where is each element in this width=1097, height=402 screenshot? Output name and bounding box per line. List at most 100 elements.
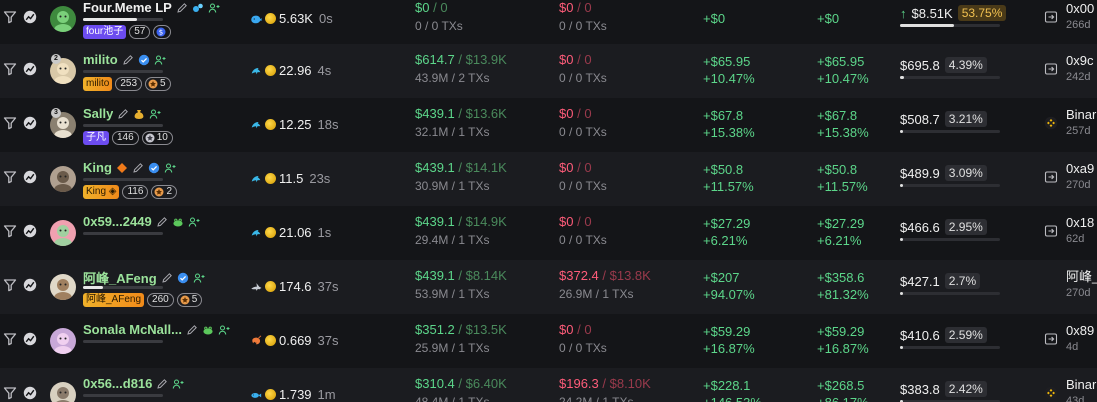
avatar[interactable] xyxy=(50,274,76,300)
table-row[interactable]: King King ◈ 116 2 11.5 23s $439.1 / $14.1K 30.9… xyxy=(0,152,1097,206)
funding-source[interactable]: 0x18 62d xyxy=(1066,214,1094,248)
chart-icon[interactable] xyxy=(23,170,37,184)
badge-count-value: 10 xyxy=(156,132,168,143)
holder-name[interactable]: 阿峰_AFeng xyxy=(83,268,205,287)
dolphin-icon xyxy=(250,173,262,185)
transfer-icon[interactable] xyxy=(1044,170,1058,184)
users-icon[interactable] xyxy=(154,54,166,66)
filter-icon[interactable] xyxy=(3,386,17,400)
chart-icon[interactable] xyxy=(23,10,37,24)
transfer-icon[interactable] xyxy=(1044,332,1058,346)
funding-source[interactable]: Binar 43d xyxy=(1066,376,1096,402)
edit-icon[interactable] xyxy=(176,2,188,14)
table-row[interactable]: 2 milito milito 253 5 22.96 4s $614.7 / $13.9K 4… xyxy=(0,44,1097,98)
filter-icon[interactable] xyxy=(3,278,17,292)
edit-icon[interactable] xyxy=(122,54,134,66)
funding-source[interactable]: Binar 257d xyxy=(1066,106,1096,140)
holder-name[interactable]: King xyxy=(83,160,176,175)
bought-cell: $614.7 / $13.9K 43.9M / 2 TXs xyxy=(415,52,507,85)
funding-address[interactable]: 阿峰_ xyxy=(1066,269,1097,284)
users-icon[interactable] xyxy=(164,162,176,174)
filter-icon[interactable] xyxy=(3,332,17,346)
pnl-percent: +10.47% xyxy=(703,71,755,86)
table-row[interactable]: 阿峰_AFeng 阿峰_AFeng 260 5 174.6 37s $439.1 / $8.… xyxy=(0,260,1097,314)
holder-name[interactable]: 0x59...2449 xyxy=(83,214,200,229)
bought-cell: $310.4 / $6.40K 48.4M / 1 TXs xyxy=(415,376,507,402)
users-icon[interactable] xyxy=(188,216,200,228)
funding-address[interactable]: 0xa9 xyxy=(1066,161,1094,176)
holder-name-text[interactable]: 0x56...d816 xyxy=(83,376,152,391)
users-icon[interactable] xyxy=(218,324,230,336)
funding-source[interactable]: 0x00 266d xyxy=(1066,0,1094,34)
funding-address[interactable]: 0x00 xyxy=(1066,1,1094,16)
avatar[interactable] xyxy=(50,166,76,192)
holder-name-text[interactable]: Sally xyxy=(83,106,113,121)
funding-address[interactable]: Binar xyxy=(1066,377,1096,392)
badge-count: $ xyxy=(153,25,172,39)
chart-icon[interactable] xyxy=(23,332,37,346)
edit-icon[interactable] xyxy=(186,324,198,336)
funding-source[interactable]: 0x9c 242d xyxy=(1066,52,1093,86)
bought-cell: $0 / 0 0 / 0 TXs xyxy=(415,0,463,33)
avatar[interactable] xyxy=(50,6,76,32)
filter-icon[interactable] xyxy=(3,10,17,24)
holder-tag: 阿峰_AFeng xyxy=(83,293,145,307)
chart-icon[interactable] xyxy=(23,386,37,400)
table-row[interactable]: 0x59...2449 21.06 1s $439.1 / $14.9K 29.4M /… xyxy=(0,206,1097,260)
holding-cell: $489.9 3.09% xyxy=(900,165,987,181)
holder-name-text[interactable]: Four.Meme LP xyxy=(83,0,172,15)
verified-icon xyxy=(177,272,189,284)
funding-source[interactable]: 0xa9 270d xyxy=(1066,160,1094,194)
table-row[interactable]: 3 Sally 子凡 146 10 12.25 18s $439.1 / $13.6K 32.1… xyxy=(0,98,1097,152)
users-icon[interactable] xyxy=(208,2,220,14)
holder-name-text[interactable]: King xyxy=(83,160,112,175)
holder-name[interactable]: Four.Meme LP xyxy=(83,0,220,15)
arrow-up-icon: ↑ xyxy=(900,5,907,21)
filter-icon[interactable] xyxy=(3,224,17,238)
holder-tag: four池子 xyxy=(83,25,127,39)
holder-name-text[interactable]: Sonala McNall... xyxy=(83,322,182,337)
holder-name-text[interactable]: 0x59...2449 xyxy=(83,214,152,229)
holder-name[interactable]: Sonala McNall... xyxy=(83,322,230,337)
users-icon[interactable] xyxy=(172,378,184,390)
edit-icon[interactable] xyxy=(156,378,168,390)
edit-icon[interactable] xyxy=(156,216,168,228)
table-row[interactable]: Four.Meme LP four池子 57 $5.63K 0s $0 / 0 0 / 0 … xyxy=(0,0,1097,44)
avatar[interactable] xyxy=(50,220,76,246)
filter-icon[interactable] xyxy=(3,170,17,184)
funding-source[interactable]: 0x89 4d xyxy=(1066,322,1094,356)
users-icon[interactable] xyxy=(149,108,161,120)
table-row[interactable]: 0x56...d816 1.739 1m $310.4 / $6.40K 48.4M /… xyxy=(0,368,1097,402)
avatar[interactable] xyxy=(50,328,76,354)
chart-icon[interactable] xyxy=(23,224,37,238)
filter-icon[interactable] xyxy=(3,116,17,130)
holding-value: $466.6 xyxy=(900,219,940,235)
funding-address[interactable]: Binar xyxy=(1066,107,1096,122)
holder-name-text[interactable]: milito xyxy=(83,52,118,67)
funding-address[interactable]: 0x9c xyxy=(1066,53,1093,68)
funding-address[interactable]: 0x18 xyxy=(1066,215,1094,230)
avatar[interactable] xyxy=(50,382,76,402)
table-row[interactable]: Sonala McNall... 0.669 37s $351.2 / $13.5K 2… xyxy=(0,314,1097,368)
holder-name[interactable]: milito xyxy=(83,52,166,67)
funding-source[interactable]: 阿峰_ 270d xyxy=(1066,268,1097,302)
filter-icon[interactable] xyxy=(3,62,17,76)
sold-total: 0 xyxy=(584,0,592,15)
transfer-icon[interactable] xyxy=(1044,10,1058,24)
chart-icon[interactable] xyxy=(23,116,37,130)
funding-address[interactable]: 0x89 xyxy=(1066,323,1094,338)
transfer-icon[interactable] xyxy=(1044,224,1058,238)
holder-name[interactable]: Sally xyxy=(83,106,161,121)
holder-tag: 子凡 xyxy=(83,131,109,145)
transfer-icon[interactable] xyxy=(1044,62,1058,76)
chart-icon[interactable] xyxy=(23,62,37,76)
holding-percent: 3.09% xyxy=(944,165,987,181)
holding-cell: $466.6 2.95% xyxy=(900,219,987,235)
holder-name-text[interactable]: 阿峰_AFeng xyxy=(83,268,157,287)
users-icon[interactable] xyxy=(193,272,205,284)
edit-icon[interactable] xyxy=(161,272,173,284)
chart-icon[interactable] xyxy=(23,278,37,292)
edit-icon[interactable] xyxy=(132,162,144,174)
edit-icon[interactable] xyxy=(117,108,129,120)
holder-name[interactable]: 0x56...d816 xyxy=(83,376,184,391)
